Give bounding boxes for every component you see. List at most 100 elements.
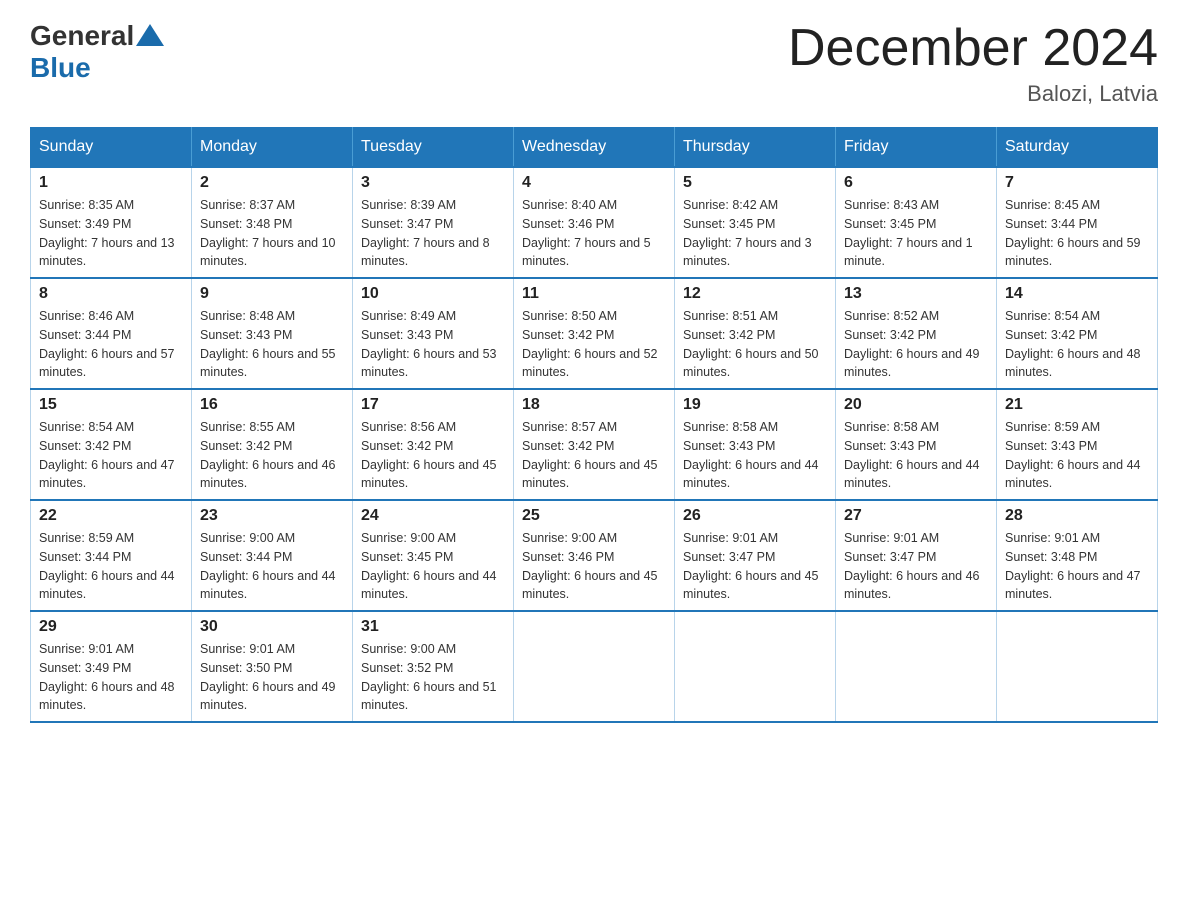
day-number: 5 <box>683 174 827 192</box>
day-info: Sunrise: 8:46 AMSunset: 3:44 PMDaylight:… <box>39 307 183 382</box>
calendar-cell: 5 Sunrise: 8:42 AMSunset: 3:45 PMDaylight… <box>675 167 836 278</box>
day-number: 17 <box>361 396 505 414</box>
calendar-cell <box>997 611 1158 722</box>
day-info: Sunrise: 8:54 AMSunset: 3:42 PMDaylight:… <box>1005 307 1149 382</box>
day-number: 30 <box>200 618 344 636</box>
calendar-cell <box>514 611 675 722</box>
day-number: 10 <box>361 285 505 303</box>
day-number: 27 <box>844 507 988 525</box>
day-info: Sunrise: 8:37 AMSunset: 3:48 PMDaylight:… <box>200 196 344 271</box>
calendar-cell: 20 Sunrise: 8:58 AMSunset: 3:43 PMDayligh… <box>836 389 997 500</box>
calendar-cell: 27 Sunrise: 9:01 AMSunset: 3:47 PMDayligh… <box>836 500 997 611</box>
day-number: 19 <box>683 396 827 414</box>
calendar-cell: 11Sunrise: 8:50 AMSunset: 3:42 PMDayligh… <box>514 278 675 389</box>
calendar-cell: 21 Sunrise: 8:59 AMSunset: 3:43 PMDayligh… <box>997 389 1158 500</box>
day-info: Sunrise: 8:43 AMSunset: 3:45 PMDaylight:… <box>844 196 988 271</box>
day-number: 22 <box>39 507 183 525</box>
day-info: Sunrise: 8:50 AMSunset: 3:42 PMDaylight:… <box>522 307 666 382</box>
day-info: Sunrise: 8:35 AMSunset: 3:49 PMDaylight:… <box>39 196 183 271</box>
calendar-cell: 14 Sunrise: 8:54 AMSunset: 3:42 PMDayligh… <box>997 278 1158 389</box>
calendar-cell: 9 Sunrise: 8:48 AMSunset: 3:43 PMDaylight… <box>192 278 353 389</box>
day-number: 8 <box>39 285 183 303</box>
day-info: Sunrise: 8:42 AMSunset: 3:45 PMDaylight:… <box>683 196 827 271</box>
title-block: December 2024 Balozi, Latvia <box>788 20 1158 107</box>
calendar-cell: 2 Sunrise: 8:37 AMSunset: 3:48 PMDaylight… <box>192 167 353 278</box>
day-info: Sunrise: 8:59 AMSunset: 3:44 PMDaylight:… <box>39 529 183 604</box>
day-info: Sunrise: 8:52 AMSunset: 3:42 PMDaylight:… <box>844 307 988 382</box>
calendar-week-row: 8 Sunrise: 8:46 AMSunset: 3:44 PMDaylight… <box>31 278 1158 389</box>
day-number: 3 <box>361 174 505 192</box>
day-number: 20 <box>844 396 988 414</box>
day-info: Sunrise: 9:01 AMSunset: 3:47 PMDaylight:… <box>683 529 827 604</box>
calendar-location: Balozi, Latvia <box>788 81 1158 107</box>
day-info: Sunrise: 8:57 AMSunset: 3:42 PMDaylight:… <box>522 418 666 493</box>
calendar-cell: 16Sunrise: 8:55 AMSunset: 3:42 PMDayligh… <box>192 389 353 500</box>
calendar-cell: 31 Sunrise: 9:00 AMSunset: 3:52 PMDayligh… <box>353 611 514 722</box>
day-number: 4 <box>522 174 666 192</box>
day-info: Sunrise: 9:00 AMSunset: 3:44 PMDaylight:… <box>200 529 344 604</box>
header-thursday: Thursday <box>675 128 836 168</box>
day-info: Sunrise: 8:49 AMSunset: 3:43 PMDaylight:… <box>361 307 505 382</box>
day-info: Sunrise: 9:00 AMSunset: 3:52 PMDaylight:… <box>361 640 505 715</box>
calendar-week-row: 22 Sunrise: 8:59 AMSunset: 3:44 PMDayligh… <box>31 500 1158 611</box>
day-number: 18 <box>522 396 666 414</box>
day-number: 6 <box>844 174 988 192</box>
calendar-cell: 18 Sunrise: 8:57 AMSunset: 3:42 PMDayligh… <box>514 389 675 500</box>
day-number: 1 <box>39 174 183 192</box>
calendar-cell: 13 Sunrise: 8:52 AMSunset: 3:42 PMDayligh… <box>836 278 997 389</box>
header-wednesday: Wednesday <box>514 128 675 168</box>
day-number: 14 <box>1005 285 1149 303</box>
logo-blue-text: Blue <box>30 52 91 83</box>
calendar-cell <box>675 611 836 722</box>
day-number: 13 <box>844 285 988 303</box>
day-number: 28 <box>1005 507 1149 525</box>
day-info: Sunrise: 8:48 AMSunset: 3:43 PMDaylight:… <box>200 307 344 382</box>
calendar-cell: 1 Sunrise: 8:35 AMSunset: 3:49 PMDaylight… <box>31 167 192 278</box>
day-info: Sunrise: 8:39 AMSunset: 3:47 PMDaylight:… <box>361 196 505 271</box>
day-info: Sunrise: 8:54 AMSunset: 3:42 PMDaylight:… <box>39 418 183 493</box>
day-info: Sunrise: 8:59 AMSunset: 3:43 PMDaylight:… <box>1005 418 1149 493</box>
calendar-cell: 26 Sunrise: 9:01 AMSunset: 3:47 PMDayligh… <box>675 500 836 611</box>
day-info: Sunrise: 8:40 AMSunset: 3:46 PMDaylight:… <box>522 196 666 271</box>
page-header: General Blue December 2024 Balozi, Latvi… <box>30 20 1158 107</box>
day-number: 25 <box>522 507 666 525</box>
day-info: Sunrise: 8:45 AMSunset: 3:44 PMDaylight:… <box>1005 196 1149 271</box>
calendar-header-row: SundayMondayTuesdayWednesdayThursdayFrid… <box>31 128 1158 168</box>
logo: General Blue <box>30 20 164 84</box>
calendar-cell: 4 Sunrise: 8:40 AMSunset: 3:46 PMDaylight… <box>514 167 675 278</box>
calendar-cell: 22 Sunrise: 8:59 AMSunset: 3:44 PMDayligh… <box>31 500 192 611</box>
calendar-cell: 6 Sunrise: 8:43 AMSunset: 3:45 PMDaylight… <box>836 167 997 278</box>
day-number: 9 <box>200 285 344 303</box>
calendar-cell: 8 Sunrise: 8:46 AMSunset: 3:44 PMDaylight… <box>31 278 192 389</box>
logo-triangle-icon <box>136 24 164 46</box>
calendar-cell: 23Sunrise: 9:00 AMSunset: 3:44 PMDayligh… <box>192 500 353 611</box>
day-info: Sunrise: 9:00 AMSunset: 3:46 PMDaylight:… <box>522 529 666 604</box>
day-info: Sunrise: 9:01 AMSunset: 3:49 PMDaylight:… <box>39 640 183 715</box>
day-number: 21 <box>1005 396 1149 414</box>
day-number: 12 <box>683 285 827 303</box>
header-monday: Monday <box>192 128 353 168</box>
day-number: 31 <box>361 618 505 636</box>
logo-general-text: General <box>30 20 134 52</box>
day-info: Sunrise: 9:01 AMSunset: 3:47 PMDaylight:… <box>844 529 988 604</box>
day-number: 7 <box>1005 174 1149 192</box>
header-saturday: Saturday <box>997 128 1158 168</box>
calendar-cell: 17 Sunrise: 8:56 AMSunset: 3:42 PMDayligh… <box>353 389 514 500</box>
calendar-cell: 7 Sunrise: 8:45 AMSunset: 3:44 PMDaylight… <box>997 167 1158 278</box>
day-number: 26 <box>683 507 827 525</box>
day-number: 16 <box>200 396 344 414</box>
calendar-cell: 10 Sunrise: 8:49 AMSunset: 3:43 PMDayligh… <box>353 278 514 389</box>
day-info: Sunrise: 9:01 AMSunset: 3:50 PMDaylight:… <box>200 640 344 715</box>
calendar-cell: 29Sunrise: 9:01 AMSunset: 3:49 PMDayligh… <box>31 611 192 722</box>
calendar-cell: 28 Sunrise: 9:01 AMSunset: 3:48 PMDayligh… <box>997 500 1158 611</box>
day-info: Sunrise: 8:56 AMSunset: 3:42 PMDaylight:… <box>361 418 505 493</box>
calendar-cell: 3 Sunrise: 8:39 AMSunset: 3:47 PMDaylight… <box>353 167 514 278</box>
calendar-cell: 19Sunrise: 8:58 AMSunset: 3:43 PMDayligh… <box>675 389 836 500</box>
day-info: Sunrise: 8:51 AMSunset: 3:42 PMDaylight:… <box>683 307 827 382</box>
calendar-title: December 2024 <box>788 20 1158 77</box>
day-info: Sunrise: 9:01 AMSunset: 3:48 PMDaylight:… <box>1005 529 1149 604</box>
calendar-week-row: 1 Sunrise: 8:35 AMSunset: 3:49 PMDaylight… <box>31 167 1158 278</box>
day-info: Sunrise: 8:58 AMSunset: 3:43 PMDaylight:… <box>844 418 988 493</box>
day-number: 15 <box>39 396 183 414</box>
day-number: 2 <box>200 174 344 192</box>
